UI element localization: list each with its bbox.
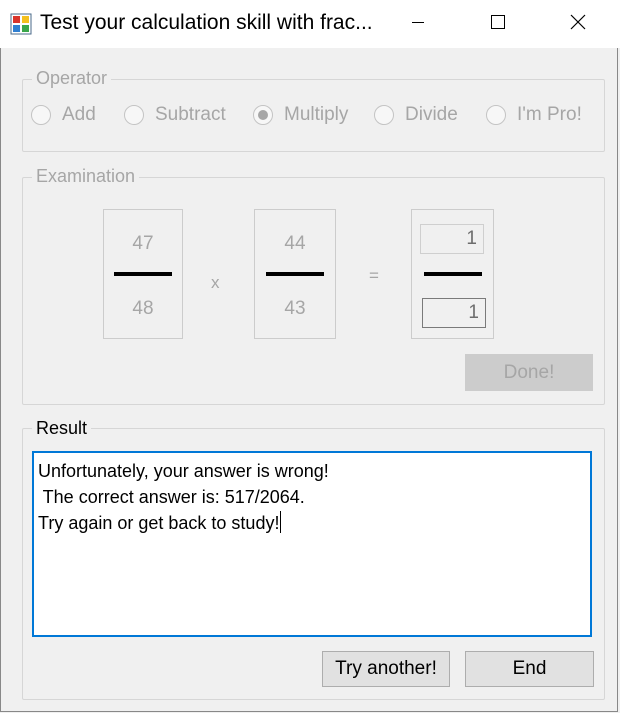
fraction1-bar xyxy=(114,272,172,276)
fraction1-denominator: 48 xyxy=(132,298,154,319)
radio-circle xyxy=(486,105,506,125)
end-button[interactable]: End xyxy=(465,651,594,687)
close-button[interactable] xyxy=(538,0,618,48)
fraction2-denominator: 43 xyxy=(284,298,306,319)
fraction2-bar xyxy=(266,272,324,276)
radio-dot xyxy=(258,110,268,120)
minimize-button[interactable] xyxy=(378,0,458,48)
window-title: Test your calculation skill with frac... xyxy=(40,11,373,34)
radio-label: Subtract xyxy=(155,104,226,125)
radio-im-pro[interactable]: I'm Pro! xyxy=(486,104,582,126)
radio-circle xyxy=(124,105,144,125)
radio-subtract[interactable]: Subtract xyxy=(124,104,226,126)
fraction2-box: 44 43 xyxy=(254,209,336,339)
equals-symbol: = xyxy=(369,266,379,285)
answer-box: 1 1 xyxy=(411,209,494,339)
radio-label: Divide xyxy=(405,104,458,125)
result-line: The correct answer is: 517/2064. xyxy=(38,487,305,507)
fraction2-numerator: 44 xyxy=(284,233,306,254)
radio-label: Add xyxy=(62,104,96,125)
result-line: Unfortunately, your answer is wrong! xyxy=(38,461,329,481)
operator-symbol: x xyxy=(211,273,220,292)
fraction1-box: 47 48 xyxy=(103,209,183,339)
answer-bar xyxy=(424,272,482,276)
close-icon xyxy=(570,14,586,35)
maximize-button[interactable] xyxy=(458,0,538,48)
radio-divide[interactable]: Divide xyxy=(374,104,458,126)
result-textarea[interactable]: Unfortunately, your answer is wrong! The… xyxy=(32,451,592,637)
maximize-icon xyxy=(490,14,506,35)
radio-circle xyxy=(31,105,51,125)
result-line: Try again or get back to study! xyxy=(38,513,280,533)
result-legend: Result xyxy=(32,418,92,439)
radio-label: Multiply xyxy=(284,104,349,125)
radio-add[interactable]: Add xyxy=(31,104,96,126)
radio-multiply[interactable]: Multiply xyxy=(253,104,348,126)
examination-legend: Examination xyxy=(32,166,140,187)
radio-circle-selected xyxy=(253,105,273,125)
minimize-icon xyxy=(411,15,425,34)
radio-label: I'm Pro! xyxy=(517,104,582,125)
app-icon xyxy=(10,13,32,35)
answer-denominator-input[interactable]: 1 xyxy=(422,298,486,328)
try-another-button[interactable]: Try another! xyxy=(322,651,450,687)
radio-circle xyxy=(374,105,394,125)
fraction1-numerator: 47 xyxy=(132,233,154,254)
text-caret xyxy=(280,511,282,533)
operator-legend: Operator xyxy=(32,68,112,89)
done-button[interactable]: Done! xyxy=(465,354,593,391)
answer-numerator-input[interactable]: 1 xyxy=(420,224,484,254)
